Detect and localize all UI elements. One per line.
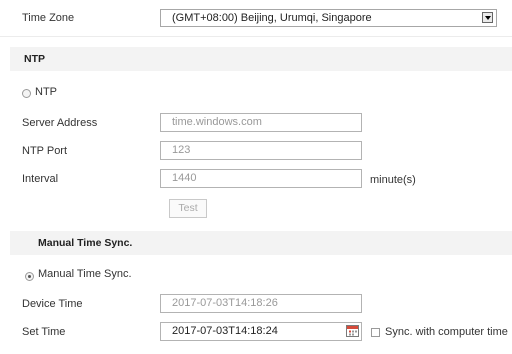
sync-computer-label: Sync. with computer time xyxy=(385,326,508,338)
device-time-input: 2017-07-03T14:18:26 xyxy=(160,294,362,313)
set-time-label: Set Time xyxy=(22,326,66,338)
ntp-port-label: NTP Port xyxy=(22,145,68,157)
interval-value: 1440 xyxy=(172,172,197,184)
time-zone-value: (GMT+08:00) Beijing, Urumqi, Singapore xyxy=(172,12,372,24)
set-time-value: 2017-07-03T14:18:24 xyxy=(172,325,278,337)
ntp-radio[interactable] xyxy=(22,89,31,98)
test-button[interactable]: Test xyxy=(169,199,207,218)
manual-sync-section-title: Manual Time Sync. xyxy=(38,237,133,249)
sync-computer-checkbox[interactable] xyxy=(371,328,380,337)
time-zone-label: Time Zone xyxy=(22,12,75,24)
calendar-icon[interactable] xyxy=(346,324,359,337)
manual-sync-radio[interactable] xyxy=(25,272,34,281)
interval-unit: minute(s) xyxy=(370,174,416,186)
ntp-section-header: NTP xyxy=(10,47,512,71)
ntp-section-title: NTP xyxy=(24,53,45,65)
ntp-radio-label: NTP xyxy=(35,86,57,98)
interval-label: Interval xyxy=(22,173,59,185)
interval-input[interactable]: 1440 xyxy=(160,169,362,188)
chevron-down-icon[interactable] xyxy=(482,12,493,23)
ntp-port-input[interactable]: 123 xyxy=(160,141,362,160)
set-time-input[interactable]: 2017-07-03T14:18:24 xyxy=(160,322,362,341)
server-address-value: time.windows.com xyxy=(172,116,262,128)
device-time-value: 2017-07-03T14:18:26 xyxy=(172,297,278,309)
manual-sync-radio-label: Manual Time Sync. xyxy=(38,268,132,280)
time-zone-select[interactable]: (GMT+08:00) Beijing, Urumqi, Singapore xyxy=(160,9,497,27)
manual-sync-section-header: Manual Time Sync. xyxy=(10,231,512,255)
server-address-label: Server Address xyxy=(22,117,98,129)
server-address-input[interactable]: time.windows.com xyxy=(160,113,362,132)
time-zone-row: Time Zone (GMT+08:00) Beijing, Urumqi, S… xyxy=(0,0,512,37)
ntp-port-value: 123 xyxy=(172,144,191,156)
device-time-label: Device Time xyxy=(22,298,83,310)
